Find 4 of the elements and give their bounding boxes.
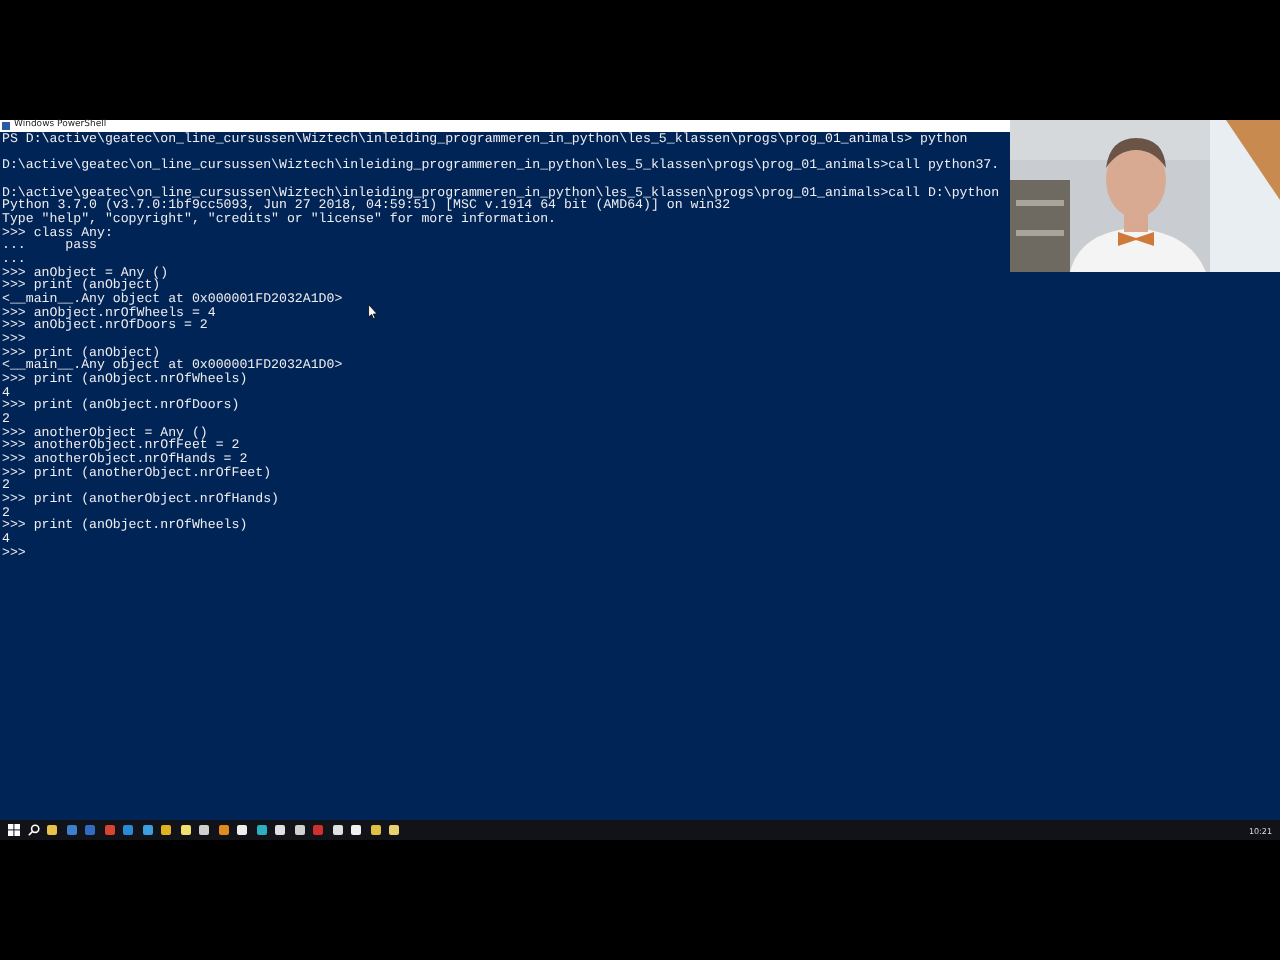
mouse-pointer-icon bbox=[368, 304, 378, 320]
windows-logo-icon[interactable] bbox=[8, 824, 20, 836]
powershell-icon bbox=[2, 122, 10, 130]
search-icon[interactable] bbox=[27, 824, 39, 836]
